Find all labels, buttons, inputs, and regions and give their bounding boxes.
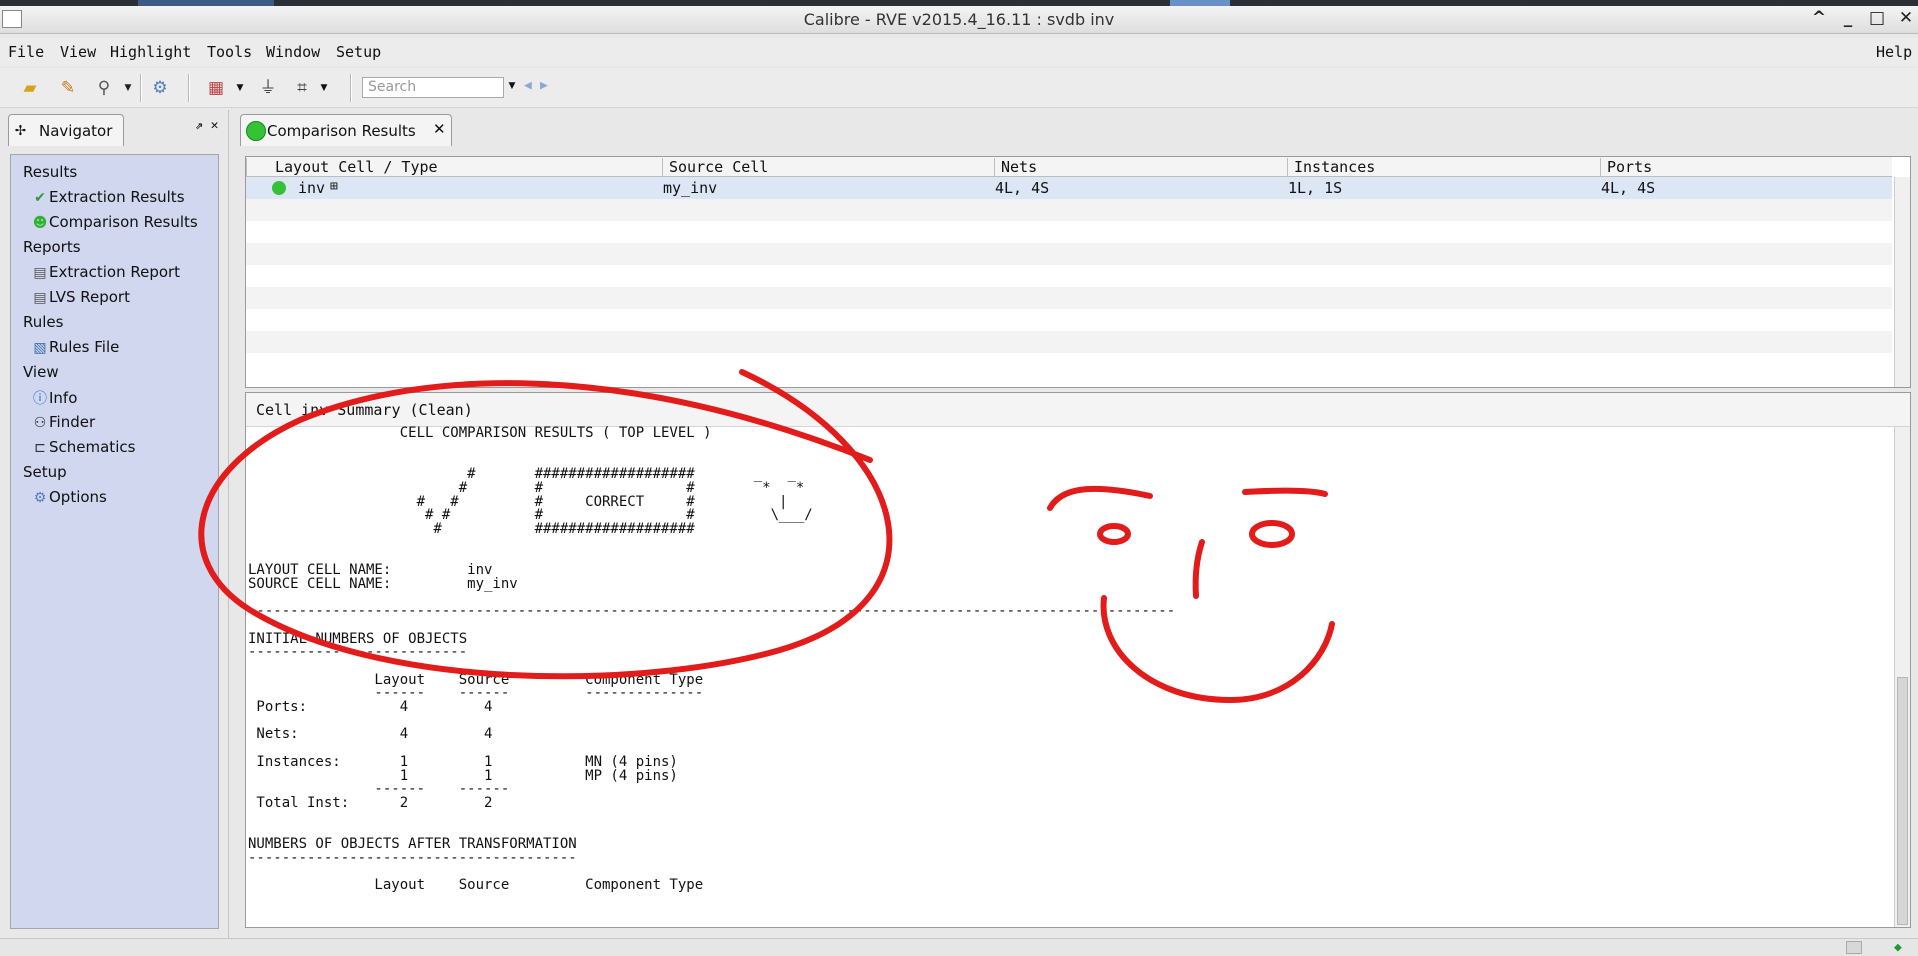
search-prev-icon[interactable]: ◀ (524, 78, 532, 93)
cell-source: my_inv (663, 179, 718, 197)
col-source-cell[interactable]: Source Cell (662, 158, 994, 176)
search-next-icon[interactable]: ▶ (540, 78, 548, 93)
smiley-icon (272, 181, 286, 195)
highlight-icon[interactable]: ✎ (56, 76, 80, 100)
pane-splitter[interactable] (228, 110, 236, 940)
navigator-icon: ✢ (15, 119, 26, 140)
status-ok-icon: ◆ (1894, 940, 1902, 955)
menu-setup[interactable]: Setup (336, 43, 381, 61)
nav-item-extraction-results[interactable]: ✔ Extraction Results (31, 188, 185, 206)
nav-item-label: Info (49, 389, 78, 407)
search-dropdown-icon[interactable]: ▼ (500, 74, 524, 98)
nav-item-lvs-report[interactable]: ▤ LVS Report (31, 288, 130, 306)
report-icon: ▤ (33, 290, 47, 306)
close-button[interactable]: ✕ (1895, 8, 1917, 28)
menu-tools[interactable]: Tools (207, 43, 252, 61)
navigator-tab[interactable]: ✢ Navigator (8, 114, 124, 146)
schematic-icon: ⊏ (34, 440, 46, 456)
open-folder-icon[interactable]: ▰ (18, 76, 42, 100)
menu-view[interactable]: View (60, 43, 96, 61)
color-icon[interactable]: ▦ (204, 76, 228, 100)
nav-item-extraction-report[interactable]: ▤ Extraction Report (31, 263, 180, 281)
cell-hierarchy-icon: ⊞ (330, 179, 338, 194)
nav-item-label: LVS Report (49, 288, 130, 306)
smiley-icon: ☻ (32, 215, 48, 231)
table-scrollbar[interactable] (1894, 177, 1910, 387)
tab-label: Comparison Results (267, 122, 416, 140)
zoom-dropdown-icon[interactable]: ▼ (116, 76, 140, 100)
nav-section-rules: Rules (23, 313, 64, 331)
info-icon: ⓘ (33, 391, 47, 407)
nav-item-label: Options (49, 488, 107, 506)
nav-section-view: View (23, 363, 59, 381)
maximize-button[interactable]: □ (1866, 8, 1888, 28)
col-nets[interactable]: Nets (994, 158, 1287, 176)
status-box (1846, 941, 1862, 954)
nav-item-info[interactable]: ⓘ Info (31, 388, 77, 408)
col-instances[interactable]: Instances (1287, 158, 1600, 176)
menu-help[interactable]: Help (1876, 43, 1912, 61)
cell-layout: inv (298, 179, 326, 197)
schematic-dropdown-icon[interactable]: ▼ (312, 76, 336, 100)
cell-summary-panel: Cell inv Summary (Clean) CELL COMPARISON… (245, 392, 1911, 928)
binoculars-icon: ⚇ (33, 415, 47, 431)
search-input[interactable]: Search (362, 77, 504, 98)
nav-item-comparison-results[interactable]: ☻ Comparison Results (31, 213, 198, 231)
nav-item-label: Finder (49, 413, 96, 431)
navigator-close-icon[interactable]: ✕ (211, 118, 219, 133)
nav-item-rules-file[interactable]: ▧ Rules File (31, 338, 119, 356)
navigator-tab-label: Navigator (39, 122, 113, 140)
toolbar: ▰ ✎ ⚲ ▼ ⚙ ▦ ▼ ⏚ ⌗ ▼ Search ▼ ◀ ▶ (0, 68, 1918, 108)
comparison-report-text: CELL COMPARISON RESULTS ( TOP LEVEL ) # … (248, 425, 1176, 894)
nav-item-label: Extraction Report (49, 263, 181, 281)
minimize-button[interactable]: _ (1837, 8, 1859, 28)
gear-icon: ⚙ (33, 490, 47, 506)
settings-icon[interactable]: ⚙ (148, 76, 172, 100)
status-bar: ◆ (0, 938, 1918, 956)
summary-scrollbar[interactable] (1894, 427, 1910, 927)
nav-item-label: Rules File (49, 338, 120, 356)
smiley-icon (246, 121, 266, 141)
nav-item-label: Extraction Results (49, 188, 185, 206)
color-dropdown-icon[interactable]: ▼ (228, 76, 252, 100)
summary-title: Cell inv Summary (Clean) (256, 401, 473, 419)
rules-icon: ▧ (33, 340, 47, 356)
nav-item-label: Comparison Results (49, 213, 198, 231)
nav-item-options[interactable]: ⚙ Options (31, 488, 107, 506)
nav-item-label: Schematics (49, 438, 136, 456)
close-tab-icon[interactable]: ✕ (433, 120, 446, 138)
nav-item-finder[interactable]: ⚇ Finder (31, 413, 95, 431)
undock-icon[interactable]: ⇗ (195, 118, 203, 133)
navigator-controls: ⇗ ✕ (195, 118, 218, 133)
scrollbar-thumb[interactable] (1897, 677, 1908, 925)
report-icon: ▤ (33, 265, 47, 281)
col-layout-cell[interactable]: Layout Cell / Type (246, 158, 662, 176)
cell-nets: 4L, 4S (995, 179, 1050, 197)
window-title: Calibre - RVE v2015.4_16.11 : svdb inv (803, 10, 1115, 29)
menu-highlight[interactable]: Highlight (110, 43, 191, 61)
zoom-icon[interactable]: ⚲ (92, 76, 116, 100)
menu-bar: File View Highlight Tools Window Setup H… (0, 38, 1918, 66)
table-row[interactable]: inv ⊞ my_inv 4L, 4S 1L, 1S 4L, 4S (246, 177, 1892, 199)
tab-comparison-results[interactable]: Comparison Results ✕ (240, 114, 452, 146)
filter-icon[interactable]: ⏚ (256, 76, 280, 100)
col-ports[interactable]: Ports (1600, 158, 1892, 176)
cell-instances: 1L, 1S (1288, 179, 1343, 197)
navigator-panel: Results ✔ Extraction Results ☻ Comparison … (10, 154, 219, 929)
title-bar: Calibre - RVE v2015.4_16.11 : svdb inv ^… (0, 6, 1918, 34)
menu-window[interactable]: Window (266, 43, 320, 61)
shade-button[interactable]: ^ (1808, 8, 1830, 28)
schematic-filter-icon[interactable]: ⌗ (290, 76, 314, 100)
nav-item-schematics[interactable]: ⊏ Schematics (31, 438, 135, 456)
summary-header: Cell inv Summary (Clean) (246, 393, 1910, 427)
menu-file[interactable]: File (8, 43, 44, 61)
cell-ports: 4L, 4S (1601, 179, 1656, 197)
nav-section-reports: Reports (23, 238, 81, 256)
check-icon: ✔ (34, 190, 46, 206)
nav-section-setup: Setup (23, 463, 67, 481)
results-table: Layout Cell / Type Source Cell Nets Inst… (245, 156, 1911, 388)
nav-section-results: Results (23, 163, 78, 181)
table-header: Layout Cell / Type Source Cell Nets Inst… (246, 157, 1892, 177)
